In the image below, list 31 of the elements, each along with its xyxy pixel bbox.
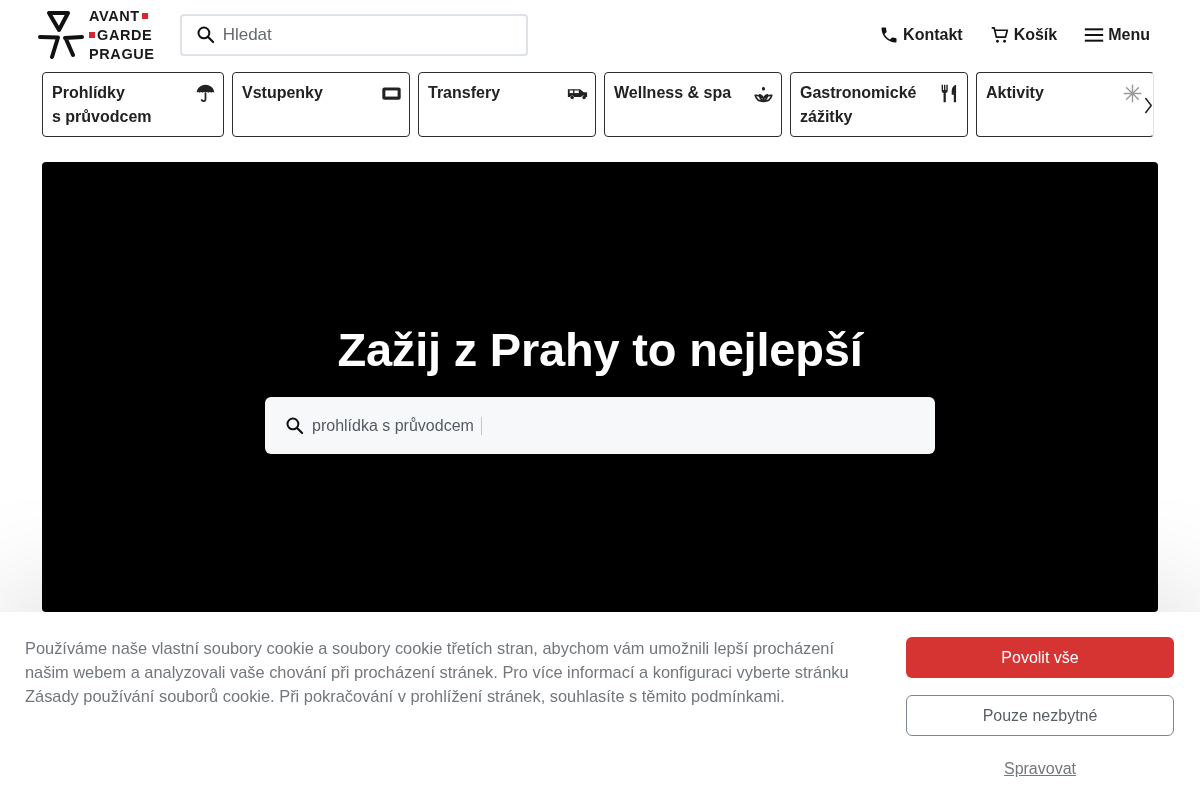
umbrella-icon (195, 83, 216, 104)
cart-link[interactable]: Košík (989, 25, 1058, 45)
menu-icon (1084, 25, 1105, 45)
search-field[interactable]: Hledat (179, 14, 528, 56)
cookie-text: Používáme naše vlastní soubory cookie a soubory cookie třetích stran, abychom vám umožnili lepší procházení našim webem a analyzovali vaše chování při procházení stránek. Pro více informací a konfiguraci vyberte stránku Zásady používání souborů cookie. Při pokračování v prohlížení stránek, souhlasíte s těmito podmínkami. (25, 638, 850, 707)
asterisk-icon (1122, 83, 1143, 104)
menu-button[interactable]: Menu (1084, 25, 1150, 45)
logo-text: GARDE (97, 25, 153, 45)
category-tile[interactable]: Gastronomické zážitky (790, 72, 968, 137)
logo-icon (38, 10, 84, 60)
category-tile[interactable]: Prohlídky s průvodcem (42, 72, 224, 137)
manage-link[interactable]: Spravovat (1003, 760, 1076, 778)
category-tile[interactable]: Aktivity (976, 72, 1154, 137)
lotus-icon (753, 83, 774, 104)
cart-icon (989, 25, 1010, 45)
contact-link[interactable]: Kontakt (879, 25, 963, 45)
search-field[interactable]: prohlídka s průvodcem (265, 397, 935, 454)
category-tile[interactable]: Wellness & spa (604, 72, 782, 137)
search-icon (195, 25, 216, 45)
necessary-only-button[interactable]: Pouze nezbytné (906, 695, 1174, 736)
chevron-right-icon (1144, 97, 1153, 114)
logo-text: PRAGUE (89, 44, 155, 64)
accept-all-button[interactable]: Povolit vše (906, 637, 1174, 678)
category-tile[interactable]: Transfery (418, 72, 596, 137)
next-button[interactable] (1144, 97, 1153, 114)
logo-text: AVANT (89, 6, 140, 26)
category-tile[interactable]: Vstupenky (232, 72, 410, 137)
text-caret (480, 416, 482, 435)
hero-title: Zažij z Prahy to nejlepší (337, 322, 863, 378)
search-icon (285, 415, 305, 436)
phone-icon (879, 25, 900, 45)
